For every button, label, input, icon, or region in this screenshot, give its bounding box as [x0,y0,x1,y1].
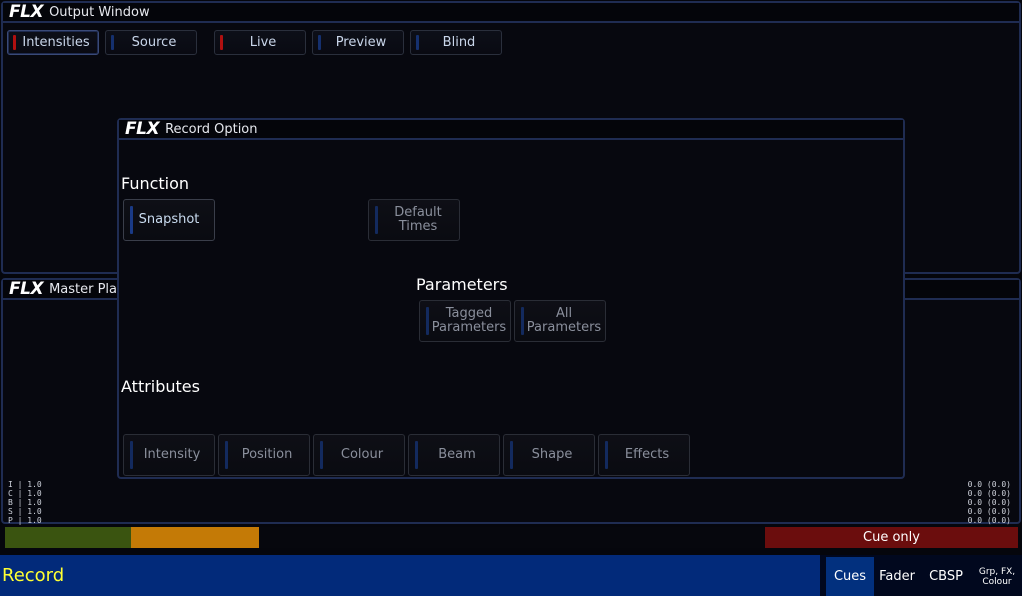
attribute-effects-button[interactable]: Effects [598,434,690,476]
blue-indicator-icon [521,307,524,335]
attribute-label: Position [241,447,293,462]
tab-blind[interactable]: Blind [410,30,502,55]
readout-line: 0.0 (0.0) [967,498,1011,507]
tab-preview[interactable]: Preview [312,30,404,55]
default-times-button[interactable]: Default Times [368,199,460,241]
tagged-parameters-label: Tagged Parameters [431,306,507,335]
blue-indicator-icon [416,35,419,50]
record-option-dialog: FLX Record Option Function Snapshot Defa… [117,118,905,479]
readout-line: P | 1.0 [8,516,42,525]
all-parameters-button[interactable]: All Parameters [514,300,606,342]
flx-logo: FLX [9,279,44,299]
readout-line: 0.0 (0.0) [967,507,1011,516]
master-window-title: Master Pla [49,281,118,297]
tab-label: Fader [879,569,915,584]
master-readout-right: 0.0 (0.0) 0.0 (0.0) 0.0 (0.0) 0.0 (0.0) … [968,480,1011,525]
command-line[interactable]: Record [2,555,64,596]
tab-label: Cues [833,569,867,584]
tagged-parameters-button[interactable]: Tagged Parameters [419,300,511,342]
master-readout-left: I | 1.0 C | 1.0 B | 1.0 S | 1.0 P | 1.0 [8,480,42,525]
attribute-colour-button[interactable]: Colour [313,434,405,476]
output-window-title: Output Window [49,4,150,20]
record-dialog-title: Record Option [165,121,258,137]
tab-cbsp[interactable]: CBSP [922,557,970,596]
tab-label: Blind [442,35,476,50]
blue-indicator-icon [426,307,429,335]
attribute-beam-button[interactable]: Beam [408,434,500,476]
progress-segment-empty [259,527,764,548]
blue-indicator-icon [130,441,133,469]
tab-label: Source [131,35,177,50]
cue-progress-bar: Cue only [5,527,1018,548]
blue-indicator-icon [510,441,513,469]
readout-line: I | 1.0 [8,480,42,489]
attributes-heading: Attributes [121,377,200,396]
readout-line: 0.0 (0.0) [967,480,1011,489]
tab-intensities[interactable]: Intensities [7,30,99,55]
snapshot-label: Snapshot [138,212,200,227]
blue-indicator-icon [318,35,321,50]
cue-only-indicator[interactable]: Cue only [765,527,1018,548]
flx-logo: FLX [9,2,44,22]
tab-label: Live [249,35,277,50]
attribute-shape-button[interactable]: Shape [503,434,595,476]
tab-label: CBSP [929,569,963,584]
tab-cues[interactable]: Cues [826,557,874,596]
red-indicator-icon [220,35,223,50]
readout-line: 0.0 (0.0) [967,489,1011,498]
blue-indicator-icon [605,441,608,469]
tab-label: Grp, FX, Colour [978,566,1016,587]
readout-line: S | 1.0 [8,507,42,516]
function-heading: Function [121,174,190,193]
blue-indicator-icon [111,35,114,50]
output-window-titlebar: FLX Output Window [3,3,1019,23]
default-times-label: Default Times [394,205,442,234]
attribute-label: Intensity [143,447,201,462]
progress-segment-orange [131,527,259,548]
blue-indicator-icon [375,206,378,234]
attribute-label: Shape [531,447,573,462]
attribute-label: Colour [340,447,384,462]
flx-logo: FLX [125,119,160,139]
attribute-position-button[interactable]: Position [218,434,310,476]
blue-indicator-icon [130,206,133,234]
readout-line: B | 1.0 [8,498,42,507]
attribute-label: Effects [624,447,670,462]
attribute-intensity-button[interactable]: Intensity [123,434,215,476]
readout-line: 0.0 (0.0) [967,516,1011,525]
blue-indicator-icon [320,441,323,469]
tab-label: Preview [335,35,387,50]
parameters-heading: Parameters [416,275,508,294]
attribute-label: Beam [438,447,476,462]
command-line-text: Record [2,565,65,586]
readout-line: C | 1.0 [8,489,42,498]
all-parameters-label: All Parameters [526,306,602,335]
red-indicator-icon [13,35,16,50]
tab-live[interactable]: Live [214,30,306,55]
tab-fader[interactable]: Fader [874,557,920,596]
record-dialog-titlebar: FLX Record Option [119,120,903,140]
cue-only-label: Cue only [863,530,920,545]
tab-grp-fx-colour[interactable]: Grp, FX, Colour [972,557,1022,596]
progress-segment-green [5,527,131,548]
blue-indicator-icon [225,441,228,469]
tab-source[interactable]: Source [105,30,197,55]
snapshot-button[interactable]: Snapshot [123,199,215,241]
tab-label: Intensities [22,35,90,50]
blue-indicator-icon [415,441,418,469]
